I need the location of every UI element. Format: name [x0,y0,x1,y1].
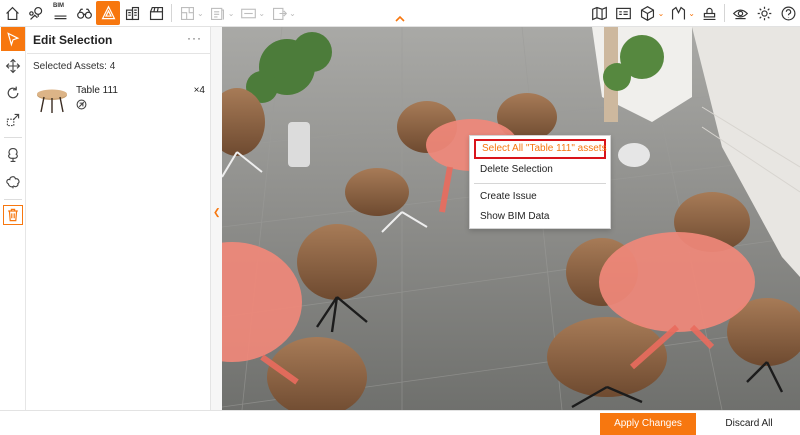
panel-collapse-handle[interactable]: ❮ [210,27,222,410]
edit-assets-icon[interactable] [96,1,120,25]
toolbar-divider [724,4,725,22]
rotate-icon[interactable] [1,81,25,105]
move-icon[interactable] [1,54,25,78]
bim-label: BIM [53,3,64,9]
select-all-assets-item[interactable]: Select All "Table 111" assets [474,139,607,159]
trash-icon[interactable] [2,205,23,225]
context-menu: Select All "Table 111" assets Delete Sel… [469,135,611,229]
home-icon[interactable] [0,1,24,25]
create-issue-item[interactable]: Create Issue [470,187,610,207]
map-pin-icon[interactable] [24,1,48,25]
3d-viewport[interactable]: Select All "Table 111" assets Delete Sel… [222,27,800,410]
asset-thumbnail [35,85,69,115]
context-menu-divider [474,183,606,184]
gear-icon[interactable] [752,1,776,25]
select-icon[interactable] [0,27,25,51]
delete-selection-item[interactable]: Delete Selection [470,160,610,180]
bim-viewer-icon[interactable] [612,1,636,25]
360-view-icon[interactable] [236,1,260,25]
measure-icon[interactable] [666,1,690,25]
tree-icon[interactable] [1,143,25,167]
edit-selection-panel: Edit Selection ··· Selected Assets: 4 Ta… [27,27,210,410]
bush-icon[interactable] [1,170,25,194]
map-icon[interactable] [588,1,612,25]
clapperboard-icon[interactable] [144,1,168,25]
discard-all-button[interactable]: Discard All [712,413,786,435]
asset-quantity: ×4 [193,85,205,96]
floor-plan-icon[interactable] [175,1,199,25]
edit-tools-sidebar [0,27,26,410]
apply-changes-button[interactable]: Apply Changes [600,413,696,435]
bottom-action-bar: Apply Changes Discard All [0,410,800,435]
export-icon[interactable] [267,1,291,25]
help-icon[interactable] [776,1,800,25]
asset-list-item[interactable]: Table 111 ×4 [33,83,205,117]
bim-icon[interactable]: BIM [48,1,72,25]
eye-icon[interactable] [728,1,752,25]
sheet-icon[interactable] [206,1,230,25]
panel-menu-button[interactable]: ··· [187,31,202,45]
toolbar-divider [171,4,172,22]
buildings-icon[interactable] [120,1,144,25]
asset-name: Table 111 [76,85,118,96]
cube-icon[interactable] [636,1,660,25]
collapse-toolbar-icon[interactable] [394,13,406,23]
stamp-icon[interactable] [697,1,721,25]
tools-divider [3,199,22,200]
tools-divider [3,137,22,138]
panel-divider [27,53,210,54]
scale-icon[interactable] [1,108,25,132]
chevron-left-icon[interactable]: ❮ [213,207,221,218]
selected-assets-count: Selected Assets: 4 [33,61,116,72]
binoculars-icon[interactable] [72,1,96,25]
show-bim-data-item[interactable]: Show BIM Data [470,207,610,227]
panel-title: Edit Selection [33,33,113,47]
model-link-icon[interactable] [76,99,87,110]
